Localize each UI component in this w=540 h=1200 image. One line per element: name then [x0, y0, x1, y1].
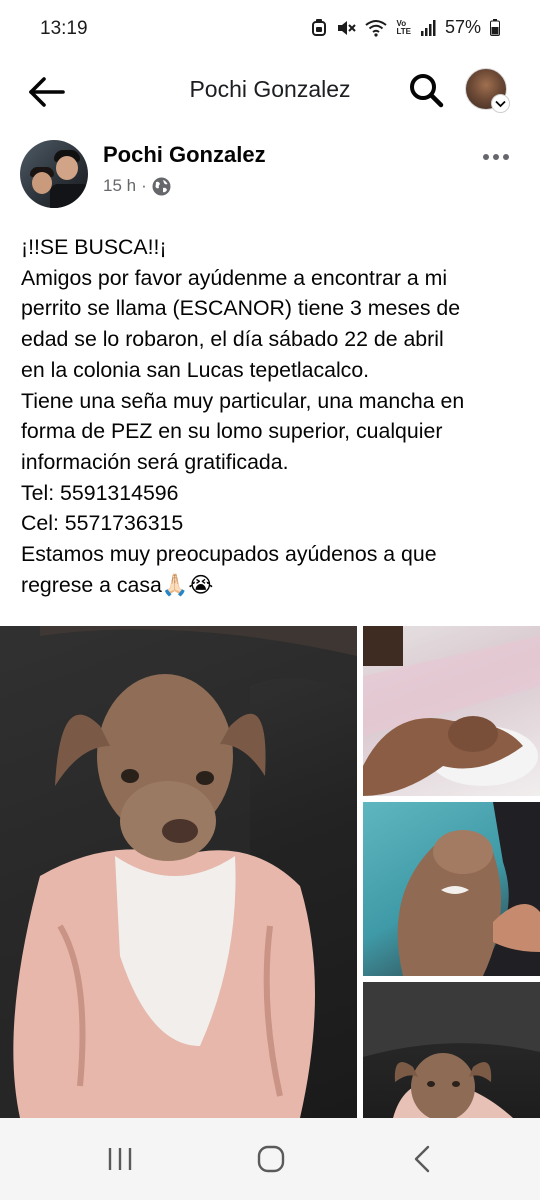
- back-icon: [414, 1145, 430, 1173]
- post-line: Tiene una seña muy particular, una manch…: [21, 388, 465, 413]
- system-back-button[interactable]: [393, 1136, 453, 1182]
- status-icons: Vo LTE 57%: [311, 17, 500, 38]
- post-line: Tel: 5591314596: [21, 480, 179, 505]
- more-options-button[interactable]: [476, 142, 516, 172]
- status-time: 13:19: [40, 18, 88, 39]
- post-line: perrito se llama (ESCANOR) tiene 3 meses…: [21, 296, 461, 321]
- puppy-couch-photo[interactable]: [363, 982, 540, 1118]
- author-avatar[interactable]: [20, 140, 88, 208]
- author-name[interactable]: Pochi Gonzalez: [103, 142, 266, 168]
- post-line: Cel: 5571736315: [21, 511, 184, 536]
- post-line: información será gratificada.: [21, 449, 289, 474]
- header-title: Pochi Gonzalez: [189, 76, 351, 102]
- photo-grid: [0, 626, 540, 1118]
- globe-icon: [152, 177, 171, 195]
- profile-menu-button[interactable]: [465, 68, 510, 113]
- volte-indicator: Vo LTE: [396, 18, 411, 36]
- chevron-down-icon: [491, 94, 510, 113]
- post-line: Estamos muy preocupados ayúdenos a que: [21, 542, 437, 567]
- post-line: edad se lo robaron, el día sábado 22 de …: [21, 327, 444, 352]
- home-button[interactable]: [241, 1136, 301, 1182]
- puppy-jacket-photo[interactable]: [0, 626, 357, 1118]
- post-line: regrese a casa🙏🏻😭: [21, 572, 214, 597]
- post-line: Amigos por favor ayúdenme a encontrar a …: [21, 265, 448, 290]
- battery-percent: 57%: [444, 17, 481, 37]
- search-icon: [410, 74, 444, 108]
- system-nav-bar: [0, 1118, 540, 1200]
- post-line: en la colonia san Lucas tepetlacalco.: [21, 357, 370, 382]
- recent-apps-icon: [108, 1148, 132, 1170]
- post-time[interactable]: 15 h: [103, 176, 136, 196]
- signal-icon: [420, 19, 436, 36]
- home-icon: [257, 1145, 285, 1173]
- battery-icon: [490, 19, 500, 36]
- back-arrow-icon: [29, 77, 65, 107]
- wifi-icon: [365, 19, 388, 37]
- mute-icon: [336, 19, 357, 37]
- search-button[interactable]: [406, 70, 446, 110]
- puppy-back-mark-photo[interactable]: [363, 802, 540, 976]
- post-line: forma de PEZ en su lomo superior, cualqu…: [21, 419, 443, 444]
- puppy-blanket-photo[interactable]: [363, 626, 540, 796]
- back-button[interactable]: [26, 72, 66, 112]
- meta-separator: ·: [141, 176, 147, 195]
- post-line: ¡!!SE BUSCA!!¡: [21, 235, 167, 259]
- post-meta: 15 h ·: [103, 176, 171, 196]
- more-dots-icon: [483, 154, 489, 160]
- status-bar: 13:19 Vo LTE 57%: [0, 0, 540, 62]
- recent-apps-button[interactable]: [90, 1136, 150, 1182]
- post-header: Pochi Gonzalez 15 h ·: [0, 138, 540, 213]
- silent-mode-icon: [311, 18, 327, 37]
- post-text: ¡!!SE BUSCA!!¡ Amigos por favor ayúdenme…: [21, 232, 526, 600]
- app-header: Pochi Gonzalez: [0, 62, 540, 120]
